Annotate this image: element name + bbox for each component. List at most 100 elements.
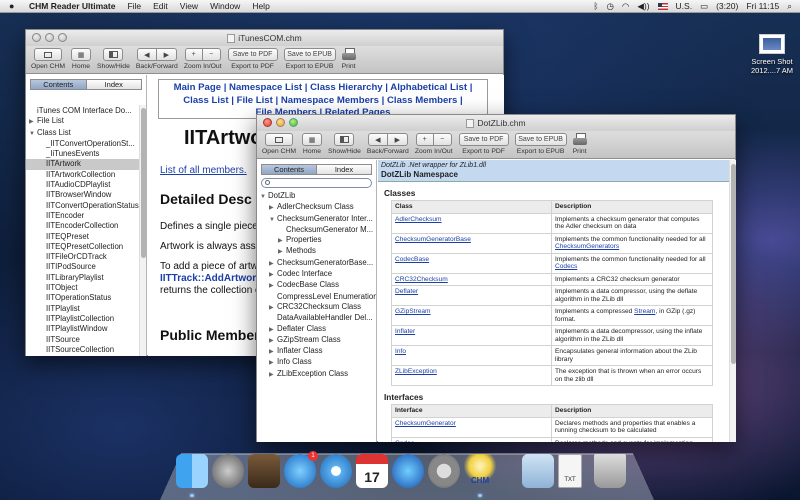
close-button[interactable] bbox=[263, 118, 272, 127]
downloads-folder-icon[interactable] bbox=[522, 454, 554, 488]
back-button[interactable]: ◀ bbox=[367, 133, 388, 146]
chm-reader-icon[interactable]: CHM bbox=[464, 454, 496, 488]
wifi-icon[interactable]: ◠ bbox=[622, 1, 629, 12]
scroll-thumb[interactable] bbox=[731, 164, 736, 364]
class-link[interactable]: ChecksumGenerator bbox=[395, 420, 456, 427]
tree-item[interactable]: IITSource bbox=[26, 335, 146, 345]
tree-item[interactable]: _IITConvertOperationSt... bbox=[26, 139, 146, 149]
tree-item[interactable]: IITAudioCDPlaylist bbox=[26, 180, 146, 190]
home-button[interactable]: ▦ bbox=[302, 133, 322, 146]
forward-button[interactable]: ▶ bbox=[156, 48, 177, 61]
finder-icon[interactable] bbox=[176, 454, 208, 488]
class-link[interactable]: Codec bbox=[395, 440, 414, 443]
search-field[interactable] bbox=[261, 178, 372, 189]
itunes-icon[interactable] bbox=[392, 454, 424, 488]
description-link[interactable]: ChecksumGenerators bbox=[555, 243, 619, 250]
disclosure-right-icon[interactable]: ▶ bbox=[269, 325, 277, 335]
window-titlebar[interactable]: iTunesCOM.chm bbox=[26, 30, 503, 46]
disclosure-right-icon[interactable]: ▶ bbox=[269, 259, 277, 269]
class-link[interactable]: CRC32Checksum bbox=[395, 276, 448, 283]
apple-menu-icon[interactable]: ● bbox=[9, 1, 21, 11]
class-link[interactable]: CodecBase bbox=[395, 256, 429, 263]
app-menu[interactable]: CHM Reader Ultimate bbox=[29, 1, 115, 11]
content-scrollbar[interactable] bbox=[729, 160, 736, 442]
tree-item[interactable]: IITEQPreset bbox=[26, 232, 146, 242]
class-link[interactable]: AdlerChecksum bbox=[395, 216, 442, 223]
open-chm-button[interactable] bbox=[265, 133, 293, 146]
disclosure-down-icon[interactable]: ▼ bbox=[260, 192, 268, 202]
sidebar-scrollbar[interactable] bbox=[139, 105, 146, 356]
dashboard-icon[interactable] bbox=[248, 454, 280, 488]
close-button[interactable] bbox=[32, 33, 41, 42]
tree-item[interactable]: ▼ DotZLib bbox=[257, 191, 376, 202]
tree-item[interactable]: IITIPodSource bbox=[26, 262, 146, 272]
zoom-button[interactable] bbox=[58, 33, 67, 42]
scroll-thumb[interactable] bbox=[141, 108, 146, 258]
calendar-icon[interactable]: 17 bbox=[356, 454, 388, 488]
zoom-in-button[interactable]: + bbox=[415, 133, 434, 146]
disclosure-right-icon[interactable]: ▶ bbox=[269, 203, 277, 213]
menu-file[interactable]: File bbox=[127, 1, 141, 11]
class-link[interactable]: Inflater bbox=[395, 328, 415, 335]
app-store-icon[interactable]: 1 bbox=[284, 451, 318, 488]
open-chm-button[interactable] bbox=[34, 48, 62, 61]
class-link[interactable]: ChecksumGeneratorBase bbox=[395, 236, 471, 243]
show-hide-button[interactable] bbox=[334, 133, 355, 146]
tree-item[interactable]: ChecksumGenerator M... bbox=[257, 225, 376, 235]
tab-index[interactable]: Index bbox=[86, 79, 142, 90]
search-input[interactable] bbox=[262, 180, 371, 189]
tree-item[interactable]: IITConvertOperationStatus bbox=[26, 201, 146, 211]
zoom-out-button[interactable]: − bbox=[433, 133, 452, 146]
tree-item[interactable]: IITBrowserWindow bbox=[26, 190, 146, 200]
tree-item[interactable]: IITEncoder bbox=[26, 211, 146, 221]
tree-item[interactable]: IITLibraryPlaylist bbox=[26, 273, 146, 283]
disclosure-right-icon[interactable]: ▶ bbox=[269, 370, 277, 380]
save-to-epub-button[interactable]: Save to EPUB bbox=[514, 133, 567, 146]
tree-item[interactable]: IITOperationStatus bbox=[26, 293, 146, 303]
spotlight-icon[interactable]: ⌕ bbox=[787, 1, 792, 12]
disclosure-right-icon[interactable]: ▶ bbox=[269, 270, 277, 280]
tree-item[interactable]: ▶ CRC32Checksum Class bbox=[257, 302, 376, 313]
tree-item[interactable]: ▶ File List bbox=[26, 116, 146, 127]
system-preferences-icon[interactable] bbox=[428, 454, 460, 488]
zoom-out-button[interactable]: − bbox=[202, 48, 221, 61]
disclosure-down-icon[interactable]: ▼ bbox=[269, 215, 277, 225]
tree-item[interactable]: ▶ CodecBase Class bbox=[257, 280, 376, 291]
save-to-pdf-button[interactable]: Save to PDF bbox=[227, 48, 278, 61]
tree-item[interactable]: ▶ Inflater Class bbox=[257, 346, 376, 357]
safari-icon[interactable] bbox=[320, 454, 352, 488]
menu-view[interactable]: View bbox=[180, 1, 198, 11]
tree-item[interactable]: IITArtworkCollection bbox=[26, 170, 146, 180]
tree-item[interactable]: _IiTunesEvents bbox=[26, 149, 146, 159]
home-button[interactable]: ▦ bbox=[71, 48, 91, 61]
print-icon[interactable] bbox=[572, 133, 587, 146]
back-button[interactable]: ◀ bbox=[136, 48, 157, 61]
time-machine-icon[interactable]: ◷ bbox=[606, 1, 613, 12]
tree-item[interactable]: IITSourceCollection bbox=[26, 345, 146, 355]
show-hide-button[interactable] bbox=[103, 48, 124, 61]
class-link[interactable]: Deflater bbox=[395, 288, 418, 295]
all-members-link[interactable]: List of all members. bbox=[160, 165, 247, 176]
tree-item[interactable]: ▶ Properties bbox=[257, 235, 376, 246]
tree-item[interactable]: IITEncoderCollection bbox=[26, 221, 146, 231]
minimize-button[interactable] bbox=[45, 33, 54, 42]
tree-item[interactable]: iTunes COM Interface Do... bbox=[26, 106, 146, 116]
tree-item[interactable]: ▶ GZipStream Class bbox=[257, 335, 376, 346]
class-link[interactable]: ZLibException bbox=[395, 368, 437, 375]
nav-line-1[interactable]: Main Page | Namespace List | Class Hiera… bbox=[159, 82, 487, 95]
tab-contents[interactable]: Contents bbox=[261, 164, 317, 175]
zoom-in-button[interactable]: + bbox=[184, 48, 203, 61]
save-to-epub-button[interactable]: Save to EPUB bbox=[283, 48, 336, 61]
disclosure-right-icon[interactable]: ▶ bbox=[29, 117, 37, 127]
class-link[interactable]: Info bbox=[395, 348, 406, 355]
tree-item[interactable]: ▶ Deflater Class bbox=[257, 324, 376, 335]
menu-edit[interactable]: Edit bbox=[153, 1, 168, 11]
zoom-button[interactable] bbox=[289, 118, 298, 127]
tab-contents[interactable]: Contents bbox=[30, 79, 87, 90]
description-link[interactable]: Codecs bbox=[555, 263, 577, 270]
tree-item[interactable]: ▼ Class List bbox=[26, 128, 146, 139]
tree-item[interactable]: IITPlaylist bbox=[26, 304, 146, 314]
tree-item[interactable]: DataAvailableHandler Del... bbox=[257, 313, 376, 323]
disclosure-right-icon[interactable]: ▶ bbox=[269, 358, 277, 368]
tree-item[interactable]: IITArtwork bbox=[26, 159, 146, 170]
